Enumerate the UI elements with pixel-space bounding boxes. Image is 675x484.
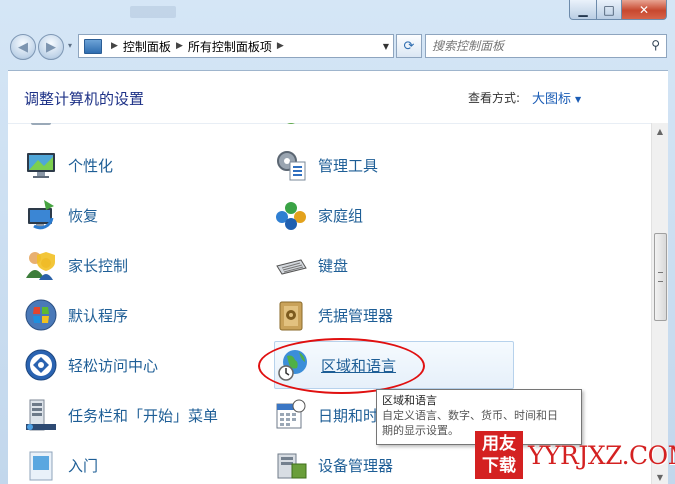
content-header: 调整计算机的设置 查看方式: 大图标 ▼: [8, 71, 668, 124]
search-box[interactable]: ⚲: [425, 34, 667, 58]
recent-pages-dropdown[interactable]: ▾: [68, 41, 72, 50]
search-icon[interactable]: ⚲: [651, 38, 660, 52]
close-button[interactable]: ✕: [622, 0, 667, 20]
item-label[interactable]: 凭据管理器: [318, 305, 393, 326]
watermark-logo: 用友下载: [475, 431, 523, 479]
item-personalization[interactable]: 个性化: [24, 145, 113, 185]
tooltip-title: 区域和语言: [382, 394, 437, 407]
breadcrumb-all-items[interactable]: 所有控制面板项: [188, 38, 272, 55]
item-label[interactable]: 恢复: [68, 205, 98, 226]
item-ease-of-access[interactable]: 轻松访问中心: [24, 345, 158, 385]
recovery-icon: [28, 200, 54, 230]
item-label[interactable]: 轻松访问中心: [68, 355, 158, 376]
item-date-time[interactable]: 日期和时: [274, 395, 378, 435]
item-label[interactable]: 任务栏和「开始」菜单: [68, 405, 218, 426]
back-arrow-icon: ◀: [18, 39, 28, 55]
partial-item-icon: [31, 123, 51, 125]
breadcrumb-separator-icon[interactable]: ▶: [111, 41, 118, 51]
item-label[interactable]: 家长控制: [68, 255, 128, 276]
page-title: 调整计算机的设置: [24, 90, 145, 108]
credential-manager-icon: [279, 301, 303, 331]
search-input[interactable]: [426, 36, 648, 56]
item-administrative-tools[interactable]: 管理工具: [274, 145, 378, 185]
item-label[interactable]: 默认程序: [68, 305, 128, 326]
item-recovery[interactable]: 恢复: [24, 195, 98, 235]
item-credential-manager[interactable]: 凭据管理器: [274, 295, 393, 335]
forward-button[interactable]: ▶: [38, 34, 64, 60]
item-label[interactable]: 日期和时: [318, 405, 378, 426]
back-button[interactable]: ◀: [10, 34, 36, 60]
item-label[interactable]: 入门: [68, 455, 98, 476]
window-title-blur: [130, 6, 176, 18]
view-by-value[interactable]: 大图标: [532, 92, 571, 107]
address-bar[interactable]: ▶ 控制面板 ▶ 所有控制面板项 ▶ ▼: [78, 34, 394, 58]
item-label[interactable]: 设备管理器: [318, 455, 393, 476]
caption-buttons: ▁ □ ✕: [569, 0, 667, 20]
forward-arrow-icon: ▶: [46, 39, 56, 55]
watermark: 用友下载 YYRJXZ.COM: [475, 429, 675, 481]
view-by-label: 查看方式:: [468, 91, 521, 105]
item-keyboard[interactable]: 键盘: [274, 245, 348, 285]
item-label[interactable]: 个性化: [68, 155, 113, 176]
minimize-button[interactable]: ▁: [569, 0, 597, 20]
item-homegroup[interactable]: 家庭组: [274, 195, 363, 235]
watermark-url: YYRJXZ.COM: [528, 440, 675, 470]
item-taskbar-start-menu[interactable]: 任务栏和「开始」菜单: [24, 395, 218, 435]
tooltip-line: 自定义语言、数字、货币、时间和日: [382, 409, 558, 422]
date-time-icon: [276, 399, 306, 429]
partial-item-icon: [287, 123, 295, 124]
scroll-up-button[interactable]: ▲: [652, 123, 668, 139]
refresh-button[interactable]: ⟳: [396, 34, 422, 58]
item-getting-started[interactable]: 入门: [24, 445, 98, 484]
control-panel-icon: [84, 38, 102, 54]
device-manager-icon: [277, 453, 307, 479]
taskbar-start-menu-icon: [26, 399, 56, 431]
homegroup-icon: [276, 202, 306, 230]
control-panel-window: ▁ □ ✕ ◀ ▶ ▾ ▶ 控制面板 ▶ 所有控制面板项 ▶ ▼ ⟳ ⚲: [0, 0, 675, 484]
view-by-dropdown[interactable]: 大图标 ▼: [532, 88, 581, 107]
maximize-button[interactable]: □: [597, 0, 622, 20]
administrative-tools-icon: [277, 151, 306, 181]
scroll-thumb[interactable]: [654, 233, 667, 321]
breadcrumb-separator-icon[interactable]: ▶: [277, 41, 284, 51]
item-default-programs[interactable]: 默认程序: [24, 295, 128, 335]
item-label[interactable]: 键盘: [318, 255, 348, 276]
navigation-bar: ◀ ▶ ▾ ▶ 控制面板 ▶ 所有控制面板项 ▶ ▼ ⟳ ⚲: [8, 32, 668, 60]
refresh-icon: ⟳: [403, 38, 415, 54]
breadcrumb-control-panel[interactable]: 控制面板: [123, 38, 171, 55]
chevron-down-icon[interactable]: ▼: [575, 95, 581, 104]
item-label[interactable]: 家庭组: [318, 205, 363, 226]
item-device-manager[interactable]: 设备管理器: [274, 445, 393, 484]
default-programs-icon: [25, 299, 57, 331]
parental-controls-icon: [26, 252, 55, 280]
breadcrumb-separator-icon[interactable]: ▶: [176, 41, 183, 51]
item-label[interactable]: 管理工具: [318, 155, 378, 176]
item-label[interactable]: 区域和语言: [321, 355, 396, 376]
keyboard-icon: [276, 259, 307, 275]
getting-started-icon: [29, 451, 53, 481]
scroll-grip-icon: [658, 272, 663, 282]
region-language-icon: [278, 350, 307, 381]
item-region-language[interactable]: 区域和语言: [274, 341, 514, 389]
personalization-icon: [27, 153, 55, 178]
ease-of-access-icon: [25, 349, 57, 381]
address-dropdown-icon[interactable]: ▼: [383, 42, 389, 51]
item-parental-controls[interactable]: 家长控制: [24, 245, 128, 285]
